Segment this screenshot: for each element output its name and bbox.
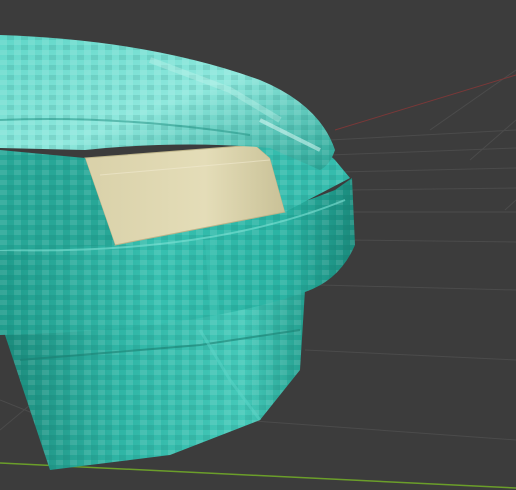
mesh-dome[interactable] <box>0 35 335 170</box>
3d-viewport[interactable] <box>0 0 516 490</box>
y-axis-line <box>0 462 516 489</box>
x-axis-line <box>334 74 516 131</box>
viewport-canvas[interactable] <box>0 0 516 490</box>
